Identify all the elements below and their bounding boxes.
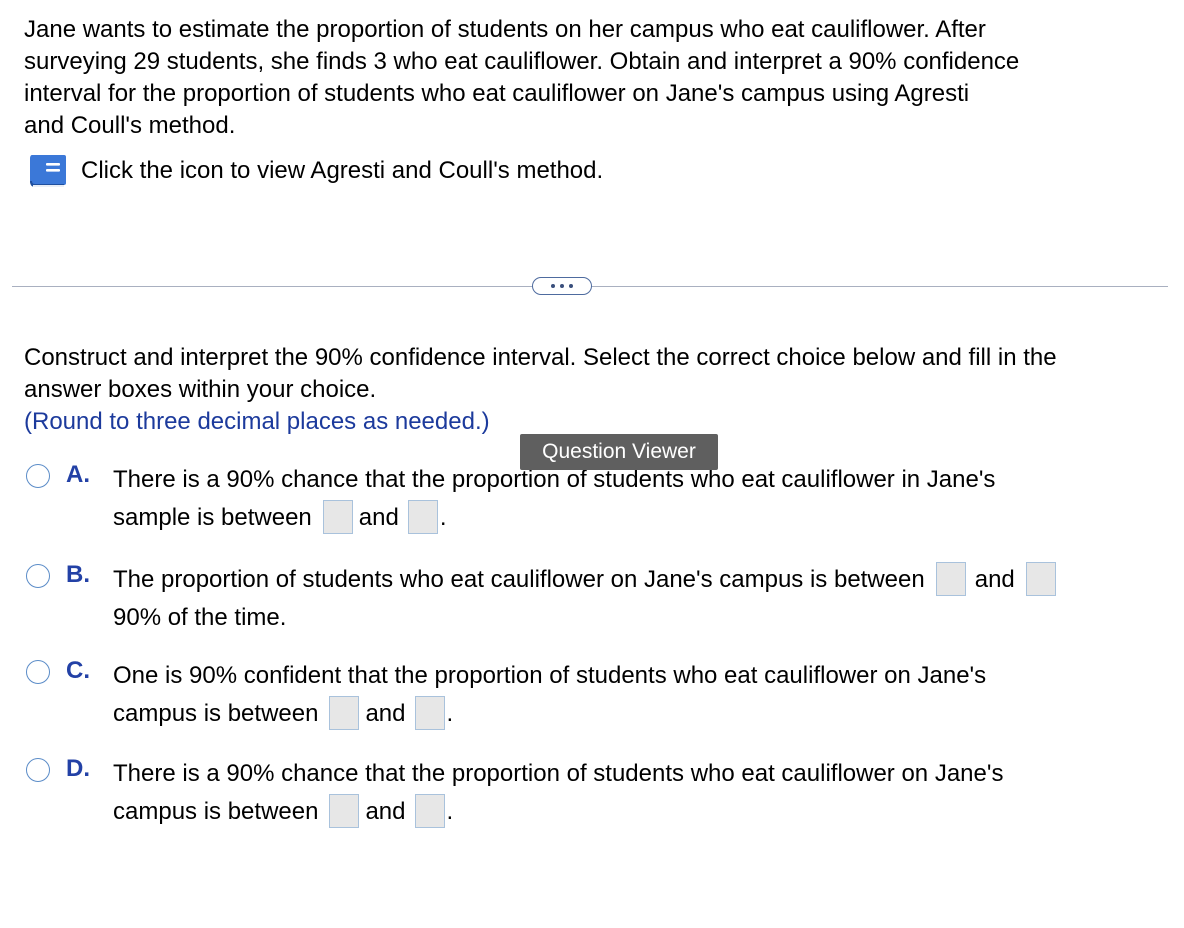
hint-text: Click the icon to view Agresti and Coull… (81, 157, 604, 184)
question-line: Jane wants to estimate the proportion of… (24, 16, 986, 43)
choice-letter: C. (66, 657, 90, 684)
and-label: and (974, 566, 1015, 593)
dot-icon (569, 284, 573, 288)
hint-row: Click the icon to view Agresti and Coull… (24, 151, 603, 191)
answer-box-upper[interactable] (414, 793, 445, 828)
choice-phrase: sample is between (113, 504, 312, 531)
choice-line: 90% of the time. (113, 604, 287, 631)
radio-button-b[interactable] (26, 564, 50, 588)
radio-button-d[interactable] (26, 758, 50, 782)
choice-text: There is a 90% chance that the proportio… (113, 461, 995, 537)
dot-icon (551, 284, 555, 288)
answer-box-lower[interactable] (935, 561, 966, 596)
radio-button-c[interactable] (26, 660, 50, 684)
answer-box-upper[interactable] (414, 695, 445, 730)
choice-letter: D. (66, 755, 90, 782)
choice-line: The proportion of students who eat cauli… (113, 561, 1062, 599)
period: . (446, 798, 454, 825)
answer-box-lower[interactable] (329, 793, 360, 828)
answer-box-upper[interactable] (1025, 561, 1056, 596)
choice-phrase: campus is between (113, 798, 319, 825)
period: . (446, 700, 454, 727)
radio-button-a[interactable] (26, 464, 50, 488)
book-icon[interactable] (24, 151, 68, 191)
choice-line: There is a 90% chance that the proportio… (113, 760, 1004, 787)
choice-line: One is 90% confident that the proportion… (113, 662, 987, 689)
and-label: and (365, 798, 406, 825)
choice-line: campus is between and. (113, 793, 1003, 831)
question-line: surveying 29 students, she finds 3 who e… (24, 48, 1020, 75)
rounding-note: (Round to three decimal places as needed… (24, 408, 490, 435)
expand-button[interactable] (532, 277, 592, 295)
choice-line: campus is between and. (113, 695, 986, 733)
choice-line: sample is between and. (113, 499, 995, 537)
question-line: and Coull's method. (24, 112, 236, 139)
question-line: interval for the proportion of students … (24, 80, 970, 107)
choice-text: The proportion of students who eat cauli… (113, 561, 1062, 637)
period: . (439, 504, 447, 531)
question-viewer-tooltip: Question Viewer (520, 434, 718, 470)
answer-box-upper[interactable] (407, 499, 438, 534)
answer-box-lower[interactable] (329, 695, 360, 730)
instructions: Construct and interpret the 90% confiden… (24, 342, 1164, 406)
choice-text: There is a 90% chance that the proportio… (113, 755, 1003, 831)
and-label: and (365, 700, 406, 727)
choice-letter: A. (66, 461, 90, 488)
dot-icon (560, 284, 564, 288)
question-text: Jane wants to estimate the proportion of… (24, 14, 1144, 142)
instructions-line: Construct and interpret the 90% confiden… (24, 344, 1057, 371)
instructions-line: answer boxes within your choice. (24, 376, 377, 403)
choice-letter: B. (66, 561, 90, 588)
answer-box-lower[interactable] (322, 499, 353, 534)
choice-phrase: campus is between (113, 700, 319, 727)
choice-text: One is 90% confident that the proportion… (113, 657, 986, 733)
choice-phrase: The proportion of students who eat cauli… (113, 566, 925, 593)
and-label: and (358, 504, 399, 531)
